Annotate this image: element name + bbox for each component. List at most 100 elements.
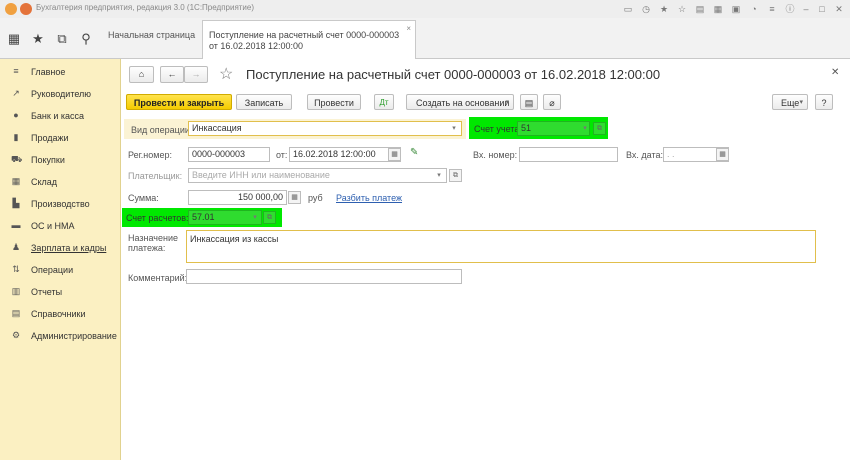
favorite-star-icon[interactable]: ☆ xyxy=(219,64,233,84)
sidebar-item-label: Администрирование xyxy=(31,331,117,341)
home-button[interactable]: ⌂ xyxy=(129,66,154,83)
tab-home-label: Начальная страница xyxy=(108,30,196,40)
coin-icon: ● xyxy=(13,110,19,120)
person-icon: ♟ xyxy=(11,242,21,252)
tab-document[interactable]: Поступление на расчетный счет 0000-00000… xyxy=(202,20,416,59)
incoming-number-label: Вх. номер: xyxy=(473,150,518,160)
arrow-left-icon: ← xyxy=(167,69,177,79)
paperclip-icon: ⌀ xyxy=(549,98,555,108)
forward-button[interactable]: → xyxy=(184,66,208,83)
help-button[interactable]: ? xyxy=(815,94,833,110)
close-window-icon[interactable]: ✕ xyxy=(833,3,845,15)
apps-grid-icon[interactable]: ▦ xyxy=(6,31,22,47)
sidebar-item-reports[interactable]: ▥ Отчеты xyxy=(0,283,120,301)
maximize-icon[interactable]: □ xyxy=(816,3,828,15)
sidebar-item-purchases[interactable]: ⛟ Покупки xyxy=(0,151,120,169)
sidebar-item-salary[interactable]: ♟ Зарплата и кадры xyxy=(0,239,120,257)
more-dropdown[interactable]: Еще ▾ xyxy=(772,94,808,110)
favorites-star-icon[interactable]: ★ xyxy=(30,31,46,47)
incoming-number-field[interactable] xyxy=(519,147,618,162)
date-field[interactable]: 16.02.2018 12:00:00 xyxy=(289,147,401,162)
minimize-icon[interactable]: – xyxy=(800,3,812,15)
open-link-icon[interactable]: ⧉ xyxy=(449,169,462,182)
sidebar-item-directories[interactable]: ▤ Справочники xyxy=(0,305,120,323)
calendar-icon[interactable]: ▣ xyxy=(730,3,742,15)
reg-number-label: Рег.номер: xyxy=(128,150,172,160)
app-menu-icon[interactable] xyxy=(20,3,32,15)
split-payment-link[interactable]: Разбить платеж xyxy=(336,193,402,203)
create-based-on-dropdown[interactable]: Создать на основании ▾ xyxy=(406,94,514,110)
post-and-close-button[interactable]: Провести и закрыть xyxy=(126,94,232,110)
currency-label: руб xyxy=(308,193,323,203)
star-icon[interactable]: ☆ xyxy=(676,3,688,15)
sidebar-item-label: Продажи xyxy=(31,133,69,143)
sidebar-item-label: Главное xyxy=(31,67,66,77)
cart-icon: ⛟ xyxy=(11,154,23,164)
sidebar-item-sales[interactable]: ▮ Продажи xyxy=(0,129,120,147)
sidebar-item-label: Справочники xyxy=(31,309,86,319)
purpose-label-line2: платежа: xyxy=(128,243,166,253)
info-icon[interactable]: ⓘ xyxy=(784,3,796,15)
sidebar-item-label: Руководителю xyxy=(31,89,92,99)
open-link-icon[interactable]: ⧉ xyxy=(263,211,276,224)
back-button[interactable]: ← xyxy=(160,66,184,83)
tab-home[interactable]: Начальная страница xyxy=(98,22,203,58)
calculator-icon[interactable]: ▦ xyxy=(288,191,301,204)
truck-icon: ▬ xyxy=(11,220,21,230)
tab-close-icon[interactable]: × xyxy=(406,24,411,33)
purpose-textarea[interactable]: Инкассация из кассы xyxy=(186,230,816,263)
sidebar-item-warehouse[interactable]: ▦ Склад xyxy=(0,173,120,191)
bell-icon[interactable]: ▭ xyxy=(622,3,634,15)
history-icon[interactable]: ◷ xyxy=(640,3,652,15)
settlement-account-label: Счет расчетов: xyxy=(126,213,189,223)
trend-icon: ↗ xyxy=(12,88,20,98)
calculator-icon[interactable]: ▦ xyxy=(712,3,724,15)
chevron-down-icon[interactable]: ▾ xyxy=(250,211,260,224)
bell-alert-icon[interactable]: ◔ xyxy=(748,3,760,15)
factory-icon: ▙ xyxy=(12,198,20,208)
sidebar-item-label: Покупки xyxy=(31,155,65,165)
reg-number-field[interactable]: 0000-000003 xyxy=(188,147,270,162)
sidebar: ≡ Главное ↗ Руководителю ● Банк и касса … xyxy=(0,59,121,460)
calendar-icon[interactable]: ▦ xyxy=(388,148,401,161)
payer-field[interactable]: Введите ИНН или наименование xyxy=(188,168,447,183)
search-icon[interactable]: ⚲ xyxy=(78,31,94,47)
sidebar-item-admin[interactable]: ⚙ Администрирование xyxy=(0,327,120,345)
favorites-icon[interactable]: ★ xyxy=(658,3,670,15)
menu-icon: ≡ xyxy=(13,66,19,76)
tab-document-label-line2: от 16.02.2018 12:00:00 xyxy=(209,41,304,51)
settings-menu-icon[interactable]: ≡ xyxy=(766,3,778,15)
chevron-down-icon: ▾ xyxy=(799,99,803,106)
sidebar-item-production[interactable]: ▙ Производство xyxy=(0,195,120,213)
sidebar-item-manager[interactable]: ↗ Руководителю xyxy=(0,85,120,103)
operation-label: Вид операции: xyxy=(131,125,193,135)
history-clock-icon[interactable]: ⧉ xyxy=(54,31,70,47)
more-label: Еще xyxy=(781,98,800,108)
sidebar-item-label: Банк и касса xyxy=(31,111,84,121)
attach-button[interactable]: ⌀ xyxy=(543,94,561,110)
close-form-icon[interactable]: ✕ xyxy=(831,67,839,78)
clipboard-icon[interactable]: ▤ xyxy=(694,3,706,15)
gear-icon: ⚙ xyxy=(11,330,21,340)
save-button[interactable]: Записать xyxy=(236,94,292,110)
open-link-icon[interactable]: ⧉ xyxy=(593,122,606,135)
sidebar-item-label: Отчеты xyxy=(31,287,63,297)
sidebar-item-operations[interactable]: ⇅ Операции xyxy=(0,261,120,279)
print-button[interactable]: ▤ xyxy=(520,94,538,110)
chevron-down-icon[interactable]: ▾ xyxy=(449,122,459,135)
comment-field[interactable] xyxy=(186,269,462,284)
sidebar-item-bank[interactable]: ● Банк и касса xyxy=(0,107,120,125)
sum-label: Сумма: xyxy=(128,193,159,203)
dt-kt-button[interactable]: Дт xyxy=(374,94,394,110)
sum-field[interactable]: 150 000,00 xyxy=(188,190,287,205)
sidebar-item-main[interactable]: ≡ Главное xyxy=(0,63,120,81)
post-button[interactable]: Провести xyxy=(307,94,361,110)
operation-select[interactable]: Инкассация xyxy=(188,121,462,136)
sidebar-item-label: Производство xyxy=(31,199,90,209)
purpose-label-line1: Назначение xyxy=(128,233,179,243)
sidebar-item-assets[interactable]: ▬ ОС и НМА xyxy=(0,217,120,235)
chevron-down-icon[interactable]: ▾ xyxy=(434,169,444,182)
home-icon: ⌂ xyxy=(138,69,145,79)
calendar-icon[interactable]: ▦ xyxy=(716,148,729,161)
chevron-down-icon[interactable]: ▾ xyxy=(580,122,590,135)
